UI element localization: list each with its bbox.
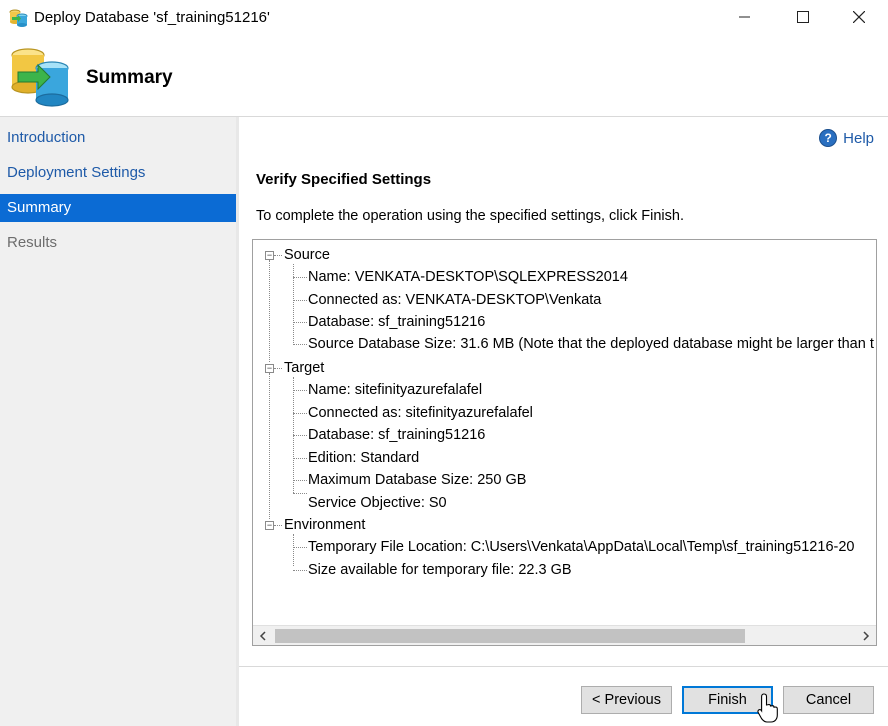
tree-item: Source Database Size: 31.6 MB (Note that… — [308, 336, 874, 352]
tree-item: Name: sitefinityazurefalafel — [308, 382, 483, 398]
scroll-right-icon[interactable] — [856, 626, 876, 645]
settings-tree[interactable]: − Source Name: VENKATA-DESKTOP\SQLEXPRES… — [252, 239, 877, 646]
scroll-left-icon[interactable] — [253, 626, 273, 645]
maximize-button[interactable] — [780, 0, 826, 34]
previous-button[interactable]: < Previous — [581, 686, 672, 714]
main-panel: ? Help Verify Specified Settings To comp… — [239, 117, 888, 726]
database-deploy-icon — [9, 9, 28, 27]
cancel-button[interactable]: Cancel — [783, 686, 874, 714]
scrollbar-thumb[interactable] — [275, 629, 745, 643]
tree-connector — [293, 480, 307, 481]
sidebar-item-deployment-settings[interactable]: Deployment Settings — [0, 159, 236, 187]
tree-connector — [293, 322, 307, 323]
close-button[interactable] — [836, 0, 882, 34]
sidebar-item-summary[interactable]: Summary — [0, 194, 236, 222]
tree-item: Database: sf_training51216 — [308, 314, 486, 330]
close-icon — [853, 11, 865, 23]
page-title: Summary — [86, 67, 173, 88]
footer-divider — [239, 666, 888, 667]
tree-connector — [293, 570, 307, 571]
tree-group-environment: Environment — [284, 517, 366, 533]
tree-group-target: Target — [284, 360, 325, 376]
tree-connector — [293, 435, 307, 436]
tree-connector — [293, 277, 307, 278]
tree-item: Size available for temporary file: 22.3 … — [308, 562, 572, 578]
tree-item: Database: sf_training51216 — [308, 427, 486, 443]
tree-connector — [293, 390, 307, 391]
page-header: Summary — [0, 36, 888, 117]
sidebar-item-results: Results — [7, 234, 58, 251]
collapse-source-icon[interactable]: − — [265, 251, 274, 260]
section-title: Verify Specified Settings — [256, 171, 432, 188]
tree-connector — [269, 373, 270, 519]
window-title: Deploy Database 'sf_training51216' — [34, 9, 270, 26]
tree-connector — [293, 300, 307, 301]
tree-connector — [293, 534, 294, 566]
tree-connector — [293, 493, 307, 494]
tree-connector — [293, 344, 307, 345]
tree-item: Connected as: sitefinityazurefalafel — [308, 405, 533, 421]
collapse-environment-icon[interactable]: − — [265, 521, 274, 530]
tree-item: Temporary File Location: C:\Users\Venkat… — [308, 539, 855, 555]
tree-item: Maximum Database Size: 250 GB — [308, 472, 527, 488]
horizontal-scrollbar[interactable] — [253, 625, 876, 645]
tree-item: Connected as: VENKATA-DESKTOP\Venkata — [308, 292, 602, 308]
tree-group-source: Source — [284, 247, 330, 263]
tree-viewport: − Source Name: VENKATA-DESKTOP\SQLEXPRES… — [253, 240, 876, 625]
collapse-target-icon[interactable]: − — [265, 364, 274, 373]
tree-item: Edition: Standard — [308, 450, 420, 466]
tree-connector — [274, 368, 282, 369]
mouse-pointer-icon — [757, 693, 778, 723]
tree-connector — [269, 260, 270, 362]
tree-connector — [274, 255, 282, 256]
tree-item: Name: VENKATA-DESKTOP\SQLEXPRESS2014 — [308, 269, 628, 285]
title-bar: Deploy Database 'sf_training51216' — [0, 0, 888, 36]
minimize-icon — [739, 16, 750, 18]
database-migrate-icon — [11, 48, 69, 107]
tree-connector — [293, 547, 307, 548]
tree-connector — [274, 525, 282, 526]
tree-connector — [293, 264, 294, 343]
instructions-text: To complete the operation using the spec… — [256, 208, 684, 224]
tree-item: Service Objective: S0 — [308, 495, 447, 511]
sidebar-item-introduction[interactable]: Introduction — [0, 124, 236, 152]
help-icon: ? — [819, 129, 838, 147]
minimize-button[interactable] — [722, 0, 768, 34]
help-link[interactable]: ? Help — [819, 129, 874, 147]
wizard-steps-sidebar: Introduction Deployment Settings Summary… — [0, 117, 236, 726]
help-label: Help — [843, 129, 874, 147]
tree-connector — [293, 413, 307, 414]
tree-connector — [293, 458, 307, 459]
maximize-icon — [797, 11, 809, 23]
